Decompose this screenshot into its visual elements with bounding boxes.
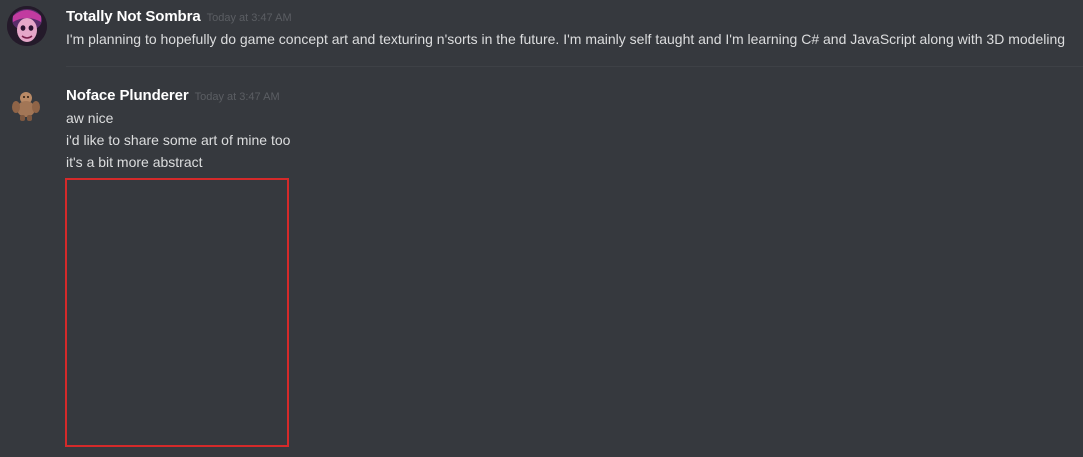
message-text: I'm planning to hopefully do game concep… [66, 31, 1066, 47]
golem-avatar-icon [12, 92, 40, 121]
message-header: Totally Not Sombra Today at 3:47 AM [66, 8, 292, 26]
message-text: it's a bit more abstract [66, 154, 203, 170]
sombra-avatar-icon [7, 6, 47, 46]
avatar[interactable] [9, 88, 43, 122]
timestamp[interactable]: Today at 3:47 AM [207, 12, 292, 24]
message-text: aw nice [66, 110, 114, 126]
message-divider [66, 66, 1083, 67]
chat-messages: Totally Not Sombra Today at 3:47 AM I'm p… [0, 0, 1083, 457]
username[interactable]: Totally Not Sombra [66, 8, 201, 25]
avatar[interactable] [7, 6, 47, 46]
timestamp[interactable]: Today at 3:47 AM [195, 91, 280, 103]
message-header: Noface Plunderer Today at 3:47 AM [66, 87, 280, 105]
username[interactable]: Noface Plunderer [66, 87, 189, 104]
message-text: i'd like to share some art of mine too [66, 132, 291, 148]
image-attachment[interactable] [65, 178, 289, 447]
